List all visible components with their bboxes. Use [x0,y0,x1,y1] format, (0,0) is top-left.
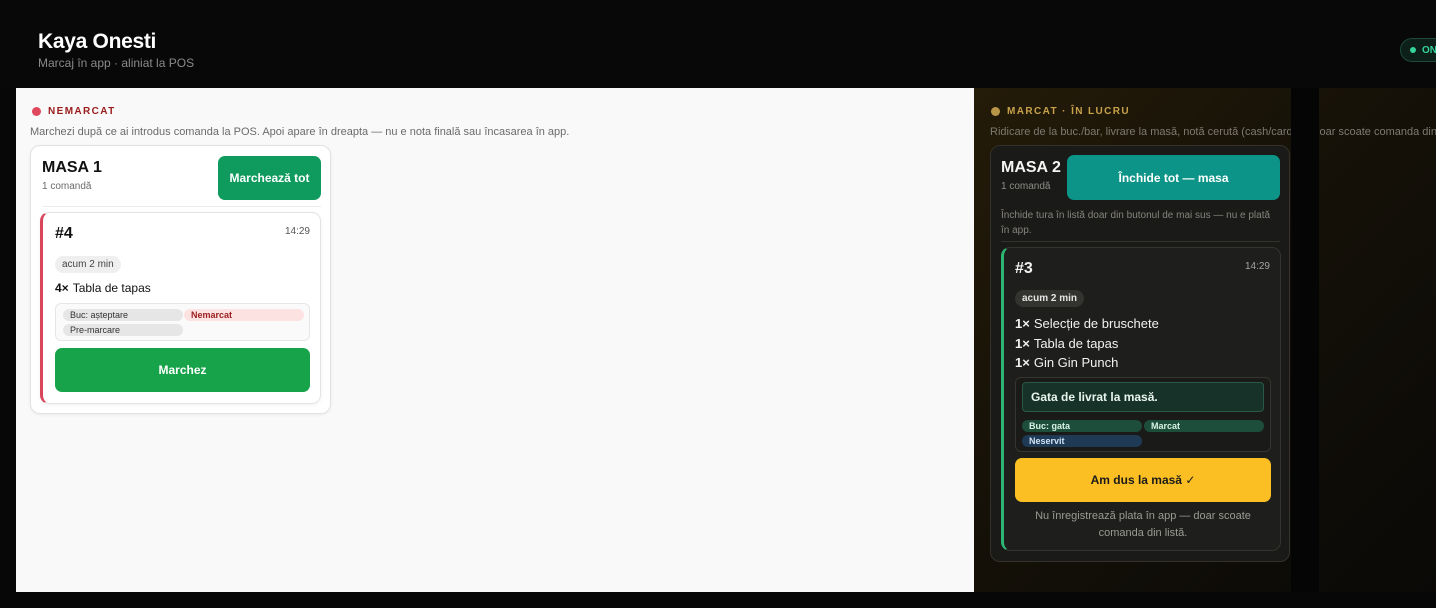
table-order-count: 1 comandă [42,181,92,192]
order-item: 1× Selecție de bruschete [1015,316,1159,331]
mark-status-chip: Nemarcat [184,309,304,321]
marked-dot-icon [991,107,1000,116]
order-item: 1× Tabla de tapas [1015,336,1118,351]
mark-order-button[interactable]: Marchez [55,348,310,392]
close-table-button[interactable]: Închide tot — masa [1067,155,1280,200]
item-qty: 1× [1015,336,1030,351]
column-marked-header: MARCAT · ÎN LUCRU [991,106,1130,117]
item-qty: 1× [1015,316,1030,331]
order-footer-note: Nu înregistrează plata în app — doar sco… [1035,510,1251,539]
order-card-4: #4 14:29 acum 2 min 4× Tabla de tapas Buc… [40,212,321,404]
table-card-masa-2: MASA 2 1 comandă Închide tot — masa Înch… [990,145,1290,562]
column-marked: MARCAT · ÎN LUCRU Ridicare de la buc./ba… [974,88,1436,592]
venue-title: Kaya Onesti [38,30,157,53]
item-name: Selecție de bruschete [1033,316,1159,331]
column-unmarked-description: Marchezi după ce ai introdus comanda la … [30,126,570,138]
item-qty: 4× [55,281,69,295]
kitchen-status-chip: Buc: gata [1022,420,1142,432]
order-item: 4× Tabla de tapas [55,281,151,295]
column-gutter [1291,88,1319,592]
unmarked-dot-icon [32,107,41,116]
column-marked-label: MARCAT · ÎN LUCRU [1007,106,1131,117]
order-time: 14:29 [1244,261,1270,272]
divider [42,206,321,207]
mark-all-button[interactable]: Marchează tot [218,156,321,200]
mark-status-chip: Marcat [1144,420,1264,432]
venue-subtitle: Marcaj în app · aliniat la POS [38,56,195,70]
table-order-count: 1 comandă [1001,181,1051,192]
item-name: Tabla de tapas [1033,336,1119,351]
order-card-3: #3 14:29 acum 2 min 1× Selecție de brusch… [1001,247,1281,551]
delivered-to-table-button[interactable]: Am dus la masă ✓ [1015,458,1271,502]
column-unmarked: NEMARCAT Marchezi după ce ai introdus co… [16,88,974,592]
order-time: 14:29 [284,226,310,237]
order-number: #4 [55,225,73,242]
table-name: MASA 2 [1001,159,1061,176]
table-close-note: Închide tura în listă doar din butonul d… [1001,210,1271,236]
item-name: Tabla de tapas [72,281,151,295]
column-unmarked-header: NEMARCAT [32,106,116,117]
table-name: MASA 1 [42,159,102,176]
pre-mark-chip: Pre-marcare [63,324,183,336]
order-number: #3 [1015,260,1033,277]
column-marked-description: Ridicare de la buc./bar, livrare la masă… [990,126,1436,138]
service-status-chip: Neservit [1022,435,1142,447]
app-root: Kaya Onesti Marcaj în app · aliniat la P… [0,0,1436,608]
order-status-box: Gata de livrat la masă. Buc: gata Marcat… [1015,377,1271,452]
ready-status-field: Gata de livrat la masă. [1022,382,1264,412]
connection-status-badge: ON [1400,38,1436,62]
order-age-badge: acum 2 min [55,256,121,273]
connection-status-label: ON [1422,44,1436,56]
status-dot-icon [1410,47,1416,53]
order-age-badge: acum 2 min [1015,290,1085,307]
item-qty: 1× [1015,355,1030,370]
item-name: Gin Gin Punch [1033,355,1119,370]
kitchen-status-chip: Buc: așteptare [63,309,183,321]
divider [1001,241,1280,242]
order-item: 1× Gin Gin Punch [1015,355,1118,370]
column-unmarked-label: NEMARCAT [48,106,116,117]
app-header: Kaya Onesti Marcaj în app · aliniat la P… [0,0,1436,88]
order-status-box: Buc: așteptare Nemarcat Pre-marcare [55,303,310,341]
table-card-masa-1: MASA 1 1 comandă Marchează tot #4 14:29 … [30,145,331,414]
